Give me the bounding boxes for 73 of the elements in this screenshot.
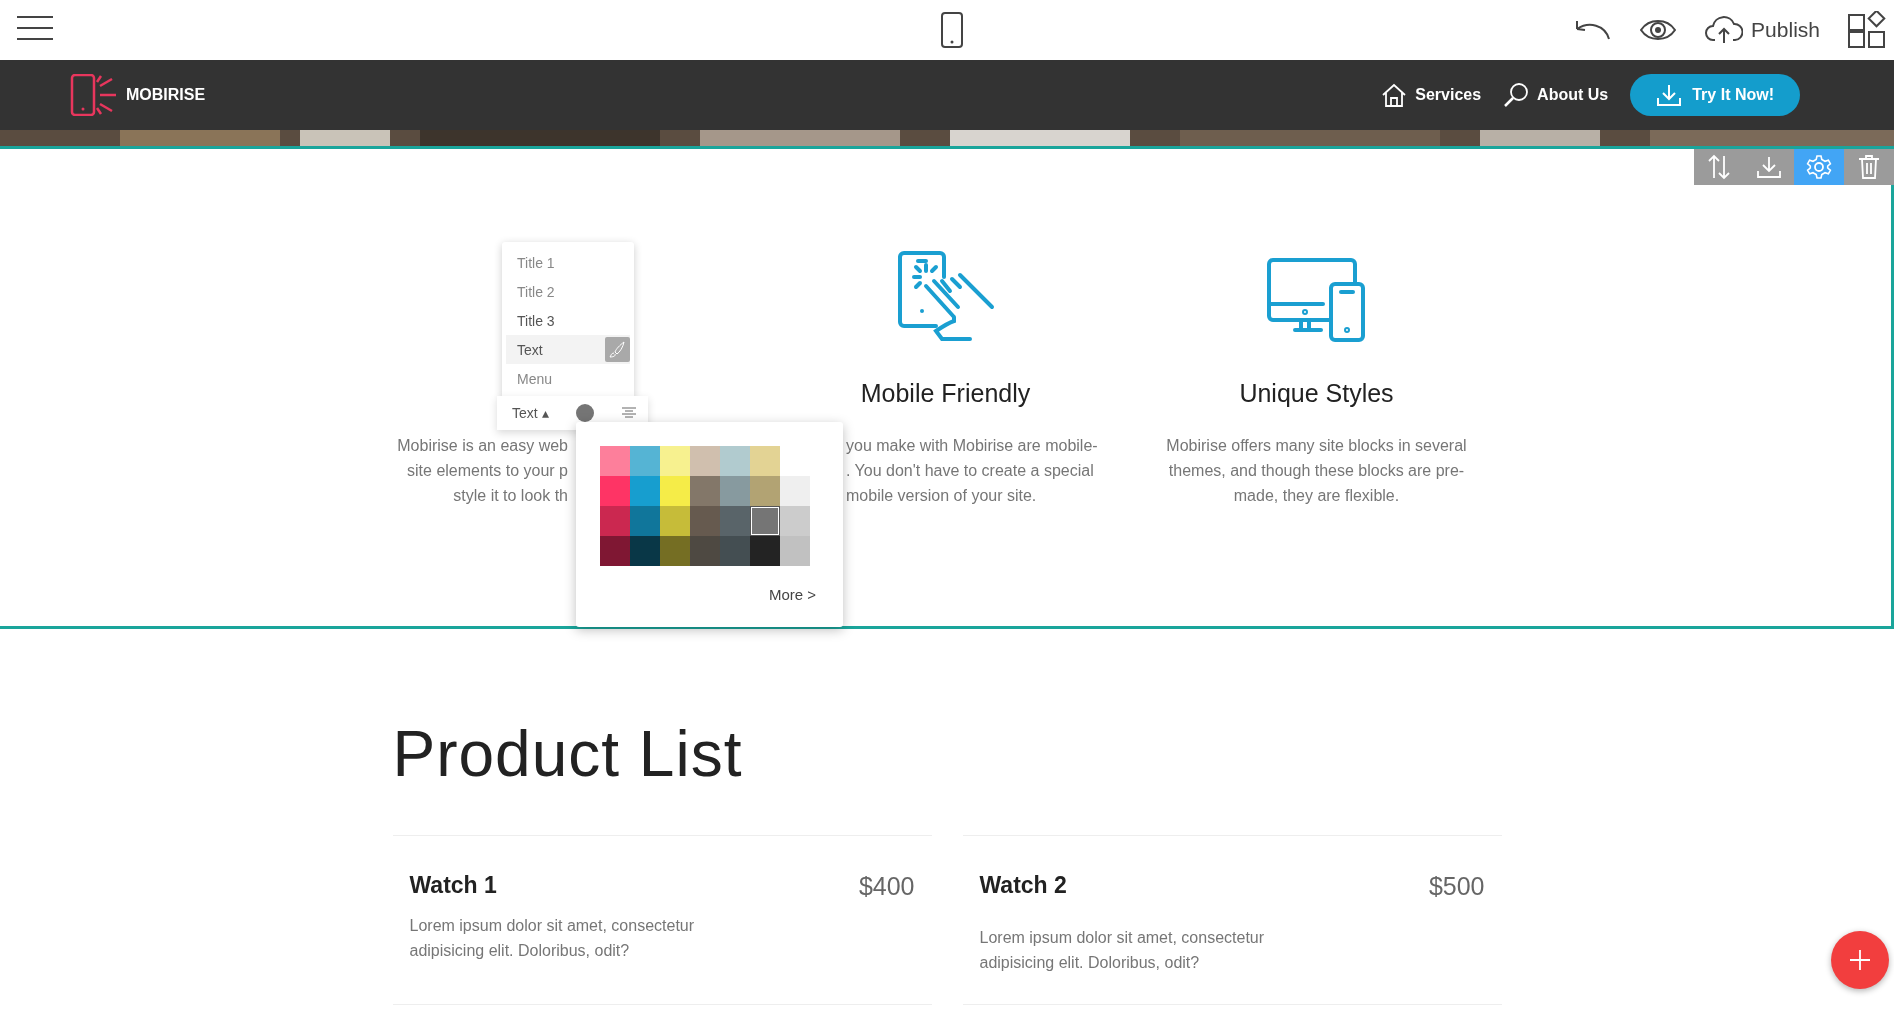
eye-icon[interactable] bbox=[1639, 17, 1678, 43]
download-icon[interactable] bbox=[1656, 83, 1683, 107]
feature-description: made, they are flexible. bbox=[1232, 486, 1401, 506]
text-style-dropdown[interactable]: Text ▴ bbox=[512, 405, 549, 421]
color-swatch[interactable] bbox=[630, 446, 660, 476]
product-description: Lorem ipsum dolor sit amet, consectetur adipisicing elit. Doloribus, odit? bbox=[979, 928, 1266, 973]
feature-description: themes, and though these blocks are pre- bbox=[1167, 461, 1466, 481]
plus-icon[interactable] bbox=[1848, 948, 1872, 972]
style-menu-item[interactable]: Title 2 bbox=[506, 277, 630, 306]
color-swatch[interactable] bbox=[600, 536, 630, 566]
color-swatch[interactable] bbox=[780, 476, 810, 506]
product-description: Lorem ipsum dolor sit amet, consectetur adipisicing elit. Doloribus, odit? bbox=[409, 916, 696, 961]
product-price: $500 bbox=[1428, 872, 1485, 901]
cloud-upload-icon[interactable] bbox=[1705, 16, 1744, 44]
color-swatch[interactable] bbox=[600, 446, 630, 476]
feature-description: . You don't have to create a special bbox=[846, 461, 1095, 481]
color-swatch[interactable] bbox=[750, 506, 780, 536]
devices-icon bbox=[1266, 258, 1367, 344]
align-center-icon[interactable] bbox=[622, 407, 636, 419]
feature-description: Mobirise is an easy web bbox=[396, 436, 568, 456]
publish-button[interactable]: Publish bbox=[1705, 16, 1820, 44]
add-block-button[interactable] bbox=[1831, 931, 1889, 989]
more-colors-link[interactable]: More > bbox=[768, 586, 816, 603]
feature-description: Mobirise offers many site blocks in several bbox=[1165, 436, 1468, 456]
color-swatch[interactable] bbox=[690, 536, 720, 566]
phone-icon[interactable] bbox=[940, 12, 963, 48]
color-swatch[interactable] bbox=[720, 506, 750, 536]
color-swatch[interactable] bbox=[720, 446, 750, 476]
style-menu-item[interactable]: Title 3 bbox=[506, 306, 630, 335]
menu-icon[interactable] bbox=[17, 15, 53, 41]
product-name: Watch 2 bbox=[979, 872, 1067, 900]
feature-description: site elements to your p bbox=[406, 461, 568, 481]
feature-description: mobile version of your site. bbox=[846, 486, 1038, 506]
color-swatch[interactable] bbox=[720, 536, 750, 566]
phone-logo-icon bbox=[70, 74, 118, 116]
feature-description: you make with Mobirise are mobile- bbox=[846, 436, 1099, 456]
color-swatch[interactable] bbox=[600, 476, 630, 506]
nav-link[interactable]: Services bbox=[1381, 83, 1482, 107]
nav-link[interactable]: About Us bbox=[1503, 82, 1609, 108]
color-swatch[interactable] bbox=[750, 446, 780, 476]
magnifier-icon[interactable] bbox=[1503, 82, 1530, 108]
text-color-dot[interactable] bbox=[576, 404, 595, 422]
brush-icon[interactable] bbox=[605, 337, 630, 362]
product-name: Watch 1 bbox=[409, 872, 497, 900]
feature-title: Unique Styles bbox=[1239, 378, 1394, 408]
blocks-icon[interactable] bbox=[1848, 11, 1886, 49]
undo-icon[interactable] bbox=[1573, 19, 1612, 41]
color-swatch[interactable] bbox=[630, 476, 660, 506]
color-swatch[interactable] bbox=[690, 446, 720, 476]
color-swatch[interactable] bbox=[780, 536, 810, 566]
color-swatch[interactable] bbox=[720, 476, 750, 506]
color-swatch[interactable] bbox=[630, 506, 660, 536]
feature-title: Mobile Friendly bbox=[860, 378, 1031, 408]
color-swatch[interactable] bbox=[750, 536, 780, 566]
settings-icon[interactable] bbox=[1794, 149, 1844, 185]
color-swatch[interactable] bbox=[690, 506, 720, 536]
home-icon[interactable] bbox=[1381, 83, 1408, 107]
color-swatch[interactable] bbox=[660, 476, 690, 506]
color-swatch[interactable] bbox=[600, 506, 630, 536]
brand-name[interactable]: MOBIRISE bbox=[126, 86, 206, 104]
style-menu-item[interactable]: Title 1 bbox=[506, 248, 630, 277]
color-swatch[interactable] bbox=[690, 476, 720, 506]
color-swatch[interactable] bbox=[630, 536, 660, 566]
color-swatch[interactable] bbox=[660, 506, 690, 536]
color-swatch[interactable] bbox=[780, 506, 810, 536]
color-swatch[interactable] bbox=[750, 476, 780, 506]
section-title: Product List bbox=[392, 717, 744, 791]
color-swatch[interactable] bbox=[660, 446, 690, 476]
style-menu-item[interactable]: Text bbox=[506, 335, 630, 364]
color-swatch[interactable] bbox=[660, 536, 690, 566]
style-menu-item[interactable]: Menu bbox=[506, 364, 630, 393]
product-price: $400 bbox=[858, 872, 915, 901]
feature-description: style it to look th bbox=[452, 486, 568, 506]
